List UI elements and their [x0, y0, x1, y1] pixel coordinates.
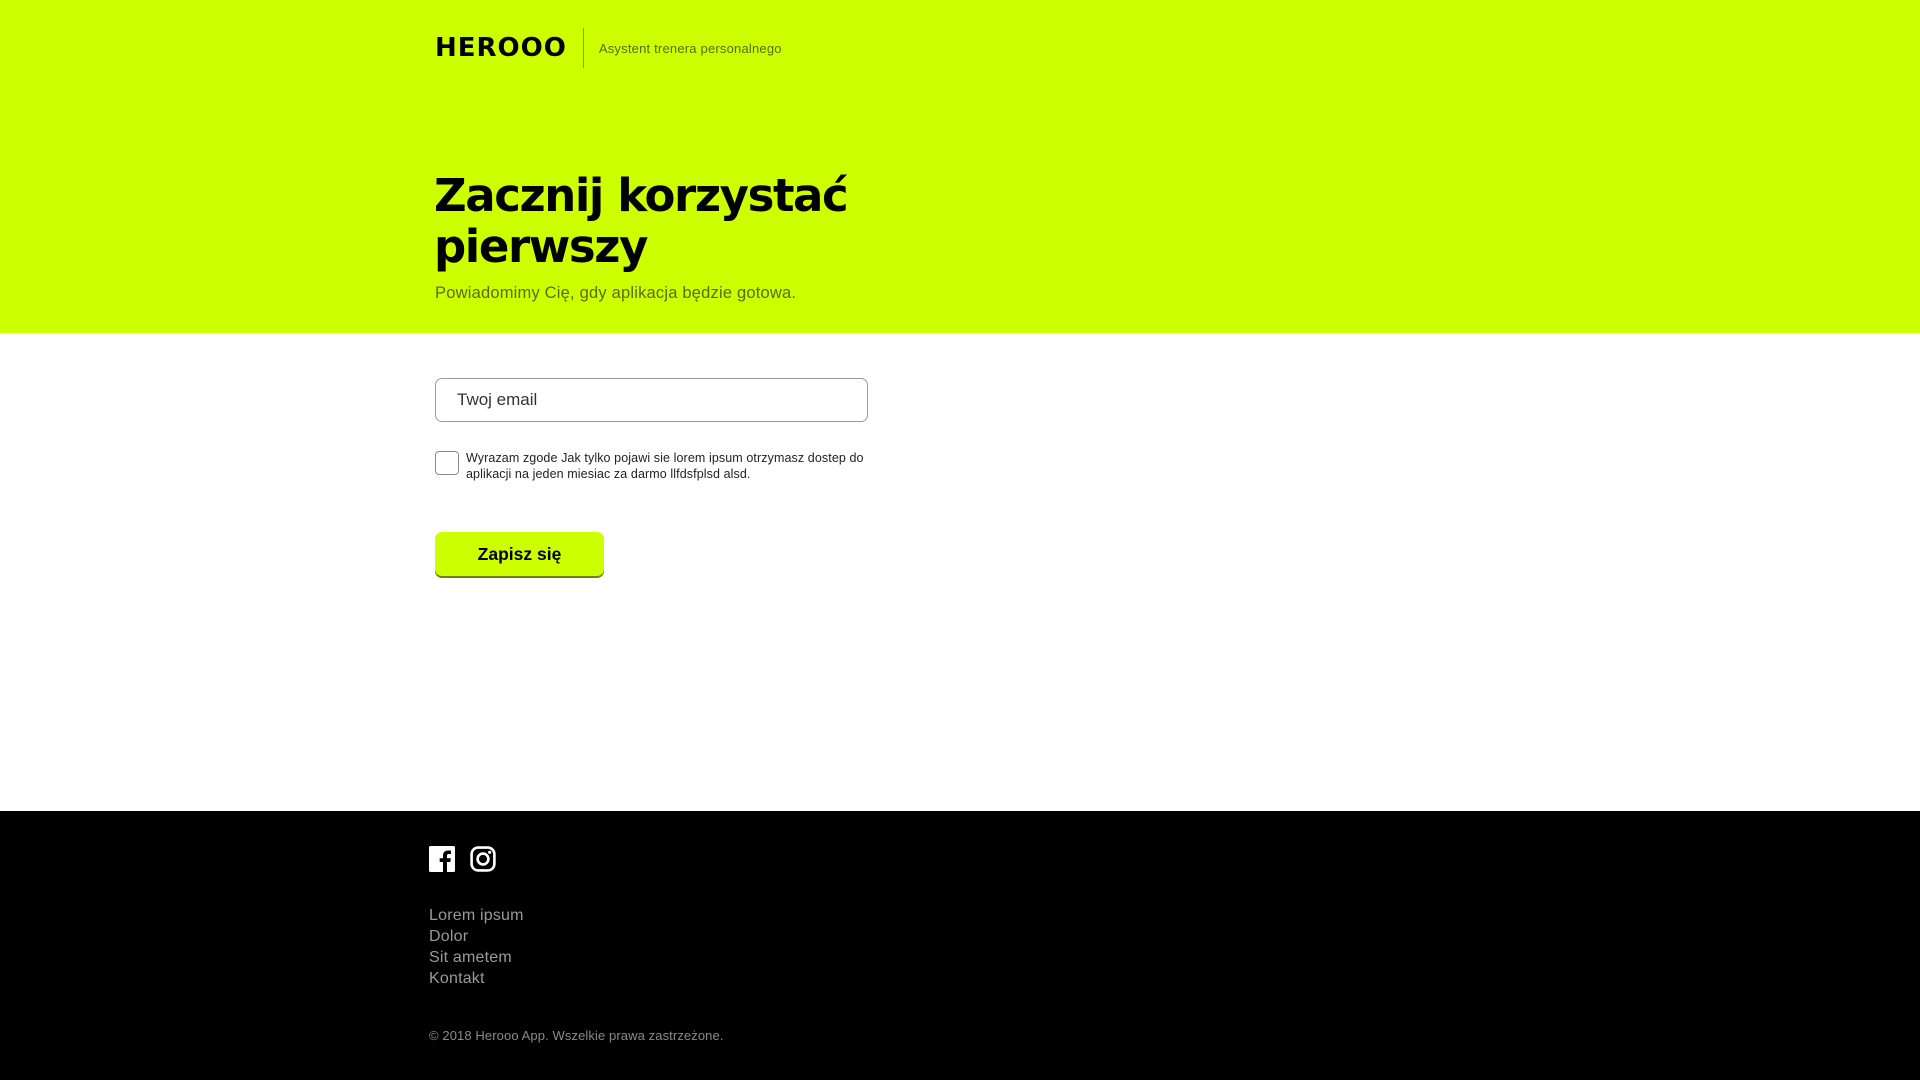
email-field[interactable] — [435, 378, 868, 422]
social-links — [429, 846, 496, 872]
subscribe-button[interactable]: Zapisz się — [435, 532, 604, 576]
brand: HEROOO Asystent trenera personalnego — [435, 28, 782, 68]
page-title-line-2: pierwszy — [434, 220, 648, 273]
tagline: Asystent trenera personalnego — [598, 40, 782, 56]
consent-label: Wyrazam zgode Jak tylko pojawi sie lorem… — [466, 451, 864, 481]
facebook-icon[interactable] — [429, 846, 455, 872]
instagram-icon[interactable] — [470, 846, 496, 872]
footer — [0, 811, 1920, 1080]
footer-link[interactable]: Dolor — [429, 926, 524, 947]
consent-checkbox[interactable] — [435, 451, 459, 475]
page-title: Zacznij korzystać pierwszy — [434, 170, 954, 272]
footer-link[interactable]: Lorem ipsum — [429, 905, 524, 926]
hero-section: HEROOO Asystent trenera personalnego Zac… — [0, 0, 1920, 333]
logo[interactable]: HEROOO — [435, 35, 567, 61]
copyright: © 2018 Herooo App. Wszelkie prawa zastrz… — [429, 1028, 724, 1043]
page-title-line-1: Zacznij korzystać — [434, 169, 849, 222]
brand-divider — [582, 28, 584, 68]
footer-link[interactable]: Sit ametem — [429, 947, 524, 968]
footer-link[interactable]: Kontakt — [429, 968, 524, 989]
consent-row: Wyrazam zgode Jak tylko pojawi sie lorem… — [435, 450, 866, 482]
footer-nav: Lorem ipsum Dolor Sit ametem Kontakt — [429, 905, 524, 989]
page-subtitle: Powiadomimy Cię, gdy aplikacja będzie go… — [435, 284, 797, 302]
